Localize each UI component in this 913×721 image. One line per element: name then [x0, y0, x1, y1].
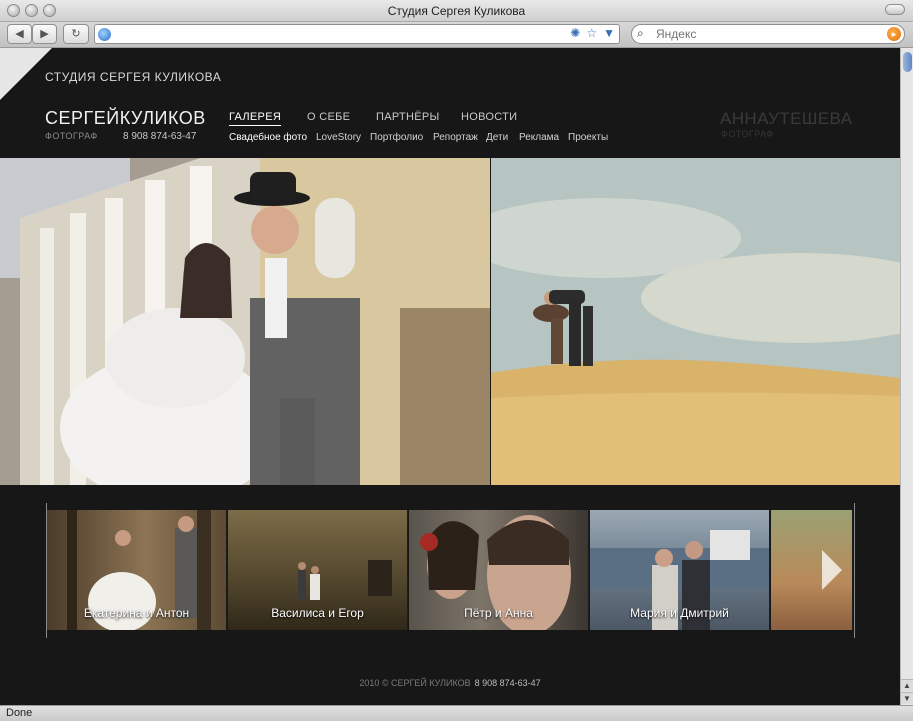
page-viewport: СТУДИЯ СЕРГЕЯ КУЛИКОВА СЕРГЕЙКУЛИКОВ ФОТ… [0, 48, 900, 705]
hero-photo-dune-couple[interactable] [491, 158, 900, 485]
submenu-wedding[interactable]: Свадебное фото [229, 132, 307, 143]
submenu-portfolio[interactable]: Портфолио [370, 132, 423, 143]
search-input[interactable] [656, 27, 876, 41]
menu-news[interactable]: НОВОСТИ [461, 111, 517, 123]
partner-role: ФОТОГРАФ [721, 129, 774, 139]
gallery-item-ekaterina-anton[interactable]: Екатерина и Антон [47, 510, 227, 630]
footer-copyright: 2010 © СЕРГЕЙ КУЛИКОВ [359, 678, 471, 688]
search-icon[interactable]: ⌕ [637, 26, 644, 41]
forward-button[interactable]: ▶ [32, 24, 57, 44]
vertical-scrollbar[interactable]: ▲ ▼ [900, 48, 913, 705]
toolbar-toggle-button[interactable] [885, 4, 905, 15]
status-text: Done [6, 707, 33, 719]
logo-role: ФОТОГРАФ [45, 131, 98, 141]
partner-last-name: УТЕШЕВА [768, 109, 853, 128]
back-button[interactable]: ◀ [7, 24, 32, 44]
search-box[interactable]: ⌕ ▸ [631, 24, 905, 44]
status-bar: Done [0, 705, 913, 721]
next-arrow-icon[interactable] [822, 550, 842, 590]
scroll-down-icon[interactable]: ▼ [901, 692, 913, 704]
hero-photo-wedding-couple[interactable] [0, 158, 490, 485]
wedding-couple-illustration [0, 158, 490, 485]
gallery-item-vasilisa-egor[interactable]: Василиса и Егор [228, 510, 408, 630]
header-phone: 8 908 874-63-47 [123, 131, 197, 142]
gallery-item-label: Мария и Дмитрий [630, 606, 729, 620]
reload-button[interactable]: ↻ [63, 24, 89, 44]
gallery-item-partial[interactable] [771, 510, 853, 630]
gallery-item-maria-dmitry[interactable]: Мария и Дмитрий [590, 510, 770, 630]
globe-icon [98, 28, 111, 41]
submenu-projects[interactable]: Проекты [568, 132, 608, 143]
submenu-lovestory[interactable]: LoveStory [316, 132, 361, 143]
site-logo[interactable]: СЕРГЕЙКУЛИКОВ [45, 108, 206, 129]
gallery-item-label: Екатерина и Антон [83, 606, 190, 620]
gallery-item-label: Василиса и Егор [271, 606, 364, 620]
gallery-item-petr-anna[interactable]: Пётр и Анна [409, 510, 589, 630]
history-dropdown-icon[interactable]: ▼ [603, 26, 615, 40]
address-bar[interactable]: ✺ ☆ ▼ [94, 24, 620, 44]
footer-phone: 8 908 874-63-47 [474, 678, 541, 688]
studio-title[interactable]: СТУДИЯ СЕРГЕЯ КУЛИКОВА [45, 70, 221, 84]
logo-last-name: КУЛИКОВ [119, 108, 206, 128]
logo-first-name: СЕРГЕЙ [45, 108, 120, 128]
scrollbar-thumb[interactable] [903, 52, 912, 72]
page-footer: 2010 © СЕРГЕЙ КУЛИКОВ 8 908 874-63-47 [0, 678, 900, 688]
submenu-reportage[interactable]: Репортаж [433, 132, 478, 143]
menu-partners[interactable]: ПАРТНЁРЫ [376, 111, 440, 123]
browser-toolbar: ◀ ▶ ↻ ✺ ☆ ▼ ⌕ ▸ [0, 22, 913, 48]
window-titlebar: Студия Сергея Куликова [0, 0, 913, 22]
menu-gallery[interactable]: ГАЛЕРЕЯ [229, 111, 282, 126]
search-go-icon[interactable]: ▸ [887, 27, 901, 41]
rss-icon[interactable]: ✺ [570, 26, 580, 40]
bookmark-star-icon[interactable]: ☆ [586, 26, 597, 40]
partner-logo[interactable]: АННАУТЕШЕВА [720, 109, 852, 129]
gallery-item-label: Пётр и Анна [464, 606, 533, 620]
submenu-kids[interactable]: Дети [486, 132, 508, 143]
partner-first-name: АННА [720, 109, 769, 128]
window-title: Студия Сергея Куликова [387, 4, 526, 18]
dune-couple-illustration [491, 158, 900, 485]
menu-about[interactable]: О СЕБЕ [307, 111, 350, 123]
submenu-advertising[interactable]: Реклама [519, 132, 559, 143]
gallery-strip: Екатерина и Антон Василиса и Егор Пётр и… [47, 510, 853, 630]
scroll-up-icon[interactable]: ▲ [901, 679, 913, 691]
